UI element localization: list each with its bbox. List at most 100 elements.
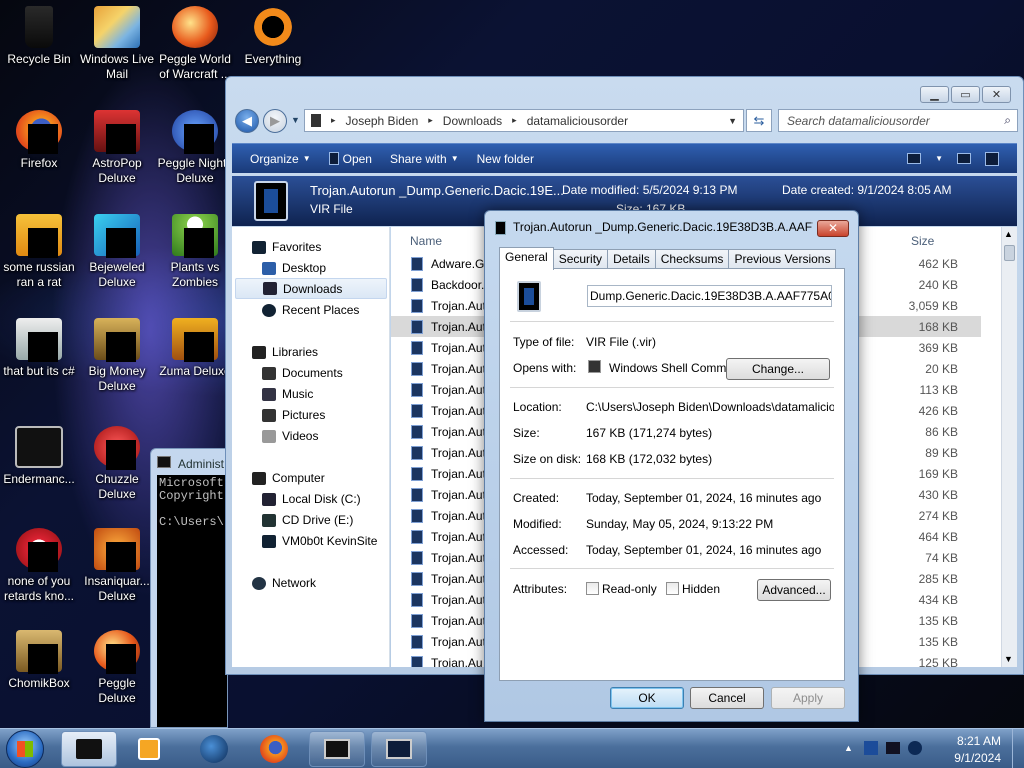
dialog-close-button[interactable]: ✕ — [817, 220, 849, 237]
scroll-down-arrow[interactable]: ▼ — [1004, 654, 1013, 664]
nav-pictures[interactable]: Pictures — [262, 408, 325, 422]
recent-pages-chevron-icon[interactable]: ▼ — [291, 115, 300, 125]
taskbar-properties[interactable] — [371, 731, 427, 767]
desktop-icon-peggle-nights[interactable]: Peggle Nights Deluxe — [156, 110, 234, 186]
desktop-icon-peggle-wow[interactable]: Peggle World of Warcraft ... — [156, 6, 234, 82]
breadcrumb-joseph-biden[interactable]: Joseph Biden — [346, 114, 419, 128]
desktop-icon-chuzzle[interactable]: Chuzzle Deluxe — [78, 426, 156, 502]
vertical-scrollbar[interactable]: ▲ ▼ — [1001, 227, 1017, 667]
read-only-checkbox[interactable] — [586, 582, 599, 595]
desktop-icon-peggle-deluxe[interactable]: Peggle Deluxe — [78, 630, 156, 706]
taskbar-explorer[interactable] — [61, 731, 117, 767]
search-input[interactable]: Search datamaliciousorder ⌕ — [778, 109, 1018, 132]
desktop-icon-astropop[interactable]: AstroPop Deluxe — [78, 110, 156, 186]
desktop-icon-recycle-bin[interactable]: Recycle Bin — [0, 6, 78, 67]
nav-recent-places[interactable]: Recent Places — [262, 303, 359, 317]
forward-button[interactable]: ▶ — [263, 109, 287, 133]
nav-cd-drive[interactable]: CD Drive (E:) — [262, 513, 353, 527]
nav-favorites[interactable]: Favorites — [252, 240, 321, 254]
clock-time[interactable]: 8:21 AM — [957, 734, 1001, 748]
advanced-button[interactable]: Advanced... — [757, 579, 831, 601]
desktop-icon-windows-live-mail[interactable]: Windows Live Mail — [78, 6, 156, 82]
nav-libraries[interactable]: Libraries — [252, 345, 318, 359]
tray-icon-1[interactable] — [864, 741, 878, 755]
desktop-icon-that-but-its-csharp[interactable]: that but its c# — [0, 318, 78, 379]
address-dropdown-icon[interactable]: ▼ — [728, 116, 737, 126]
desktop-icon-insaniquarium[interactable]: Insaniquar... Deluxe — [78, 528, 156, 604]
desktop-icon-big-money[interactable]: Big Money Deluxe — [78, 318, 156, 394]
column-header-size[interactable]: Size — [911, 234, 934, 248]
view-options-icon[interactable] — [907, 153, 922, 164]
nav-documents[interactable]: Documents — [262, 366, 343, 380]
change-button[interactable]: Change... — [726, 358, 830, 380]
file-name-field[interactable]: Dump.Generic.Dacic.19E38D3B.A.AAF775A0_1… — [587, 285, 832, 307]
scroll-up-arrow[interactable]: ▲ — [1004, 229, 1013, 239]
maximize-button[interactable]: ▭ — [951, 86, 980, 103]
tab-checksums[interactable]: Checksums — [654, 249, 730, 270]
chevron-down-icon[interactable]: ▼ — [935, 154, 943, 163]
organize-button[interactable]: Organize ▼ — [250, 152, 311, 166]
location-value[interactable]: C:\Users\Joseph Biden\Downloads\datamali… — [586, 400, 834, 414]
address-bar[interactable]: ▸ Joseph Biden ▸ Downloads ▸ datamalicio… — [304, 109, 744, 132]
taskbar-firefox[interactable] — [246, 731, 302, 767]
network-tray-icon[interactable] — [908, 741, 922, 755]
refresh-button[interactable]: ⇆ — [746, 109, 772, 132]
file-size: 285 KB — [918, 572, 958, 586]
ok-button[interactable]: OK — [610, 687, 684, 709]
tab-security[interactable]: Security — [552, 249, 609, 270]
clock-date[interactable]: 9/1/2024 — [954, 751, 1001, 765]
network-icon — [252, 576, 266, 590]
desktop-icon-firefox[interactable]: Firefox — [0, 110, 78, 171]
nav-desktop[interactable]: Desktop — [262, 261, 326, 275]
properties-dialog[interactable]: Trojan.Autorun _Dump.Generic.Dacic.19E38… — [484, 210, 859, 722]
file-size: 464 KB — [918, 530, 958, 544]
desktop-icon-everything[interactable]: Everything — [234, 6, 312, 67]
vir-file-icon — [411, 425, 423, 439]
breadcrumb-downloads[interactable]: Downloads — [443, 114, 502, 128]
taskbar-cmd[interactable] — [309, 731, 365, 767]
help-icon[interactable] — [985, 151, 999, 166]
minimize-button[interactable]: ▁ — [920, 86, 949, 103]
nav-local-disk[interactable]: Local Disk (C:) — [262, 492, 361, 506]
chevron-down-icon: ▼ — [450, 154, 459, 163]
nav-computer[interactable]: Computer — [252, 471, 325, 485]
tray-icon-2[interactable] — [886, 742, 900, 754]
desktop-icon-chomikbox[interactable]: ChomikBox — [0, 630, 78, 691]
taskbar-media-player[interactable] — [121, 731, 177, 767]
show-hidden-icons-icon[interactable]: ▲ — [844, 743, 853, 753]
nav-network[interactable]: Network — [252, 576, 316, 590]
start-button[interactable] — [6, 730, 44, 768]
desktop-icon-bejeweled[interactable]: Bejeweled Deluxe — [78, 214, 156, 290]
nav-music[interactable]: Music — [262, 387, 313, 401]
close-button[interactable]: ✕ — [982, 86, 1011, 103]
tab-general[interactable]: General — [499, 247, 554, 270]
desktop-icon-endermanc[interactable]: Endermanc... — [0, 426, 78, 487]
desktop-icon-zuma[interactable]: Zuma Deluxe — [156, 318, 234, 379]
back-button[interactable]: ◀ — [235, 109, 259, 133]
nav-downloads[interactable]: Downloads — [235, 278, 387, 299]
tab-details[interactable]: Details — [607, 249, 656, 270]
network-drive-icon — [262, 534, 276, 548]
column-header-name[interactable]: Name — [410, 234, 442, 248]
command-prompt-window[interactable]: Administ Microsoft Copyright C:\Users\ — [150, 448, 228, 728]
desktop-icon-plants-vs-zombies[interactable]: Plants vs Zombies — [156, 214, 234, 290]
taskbar-app-globe[interactable] — [186, 731, 242, 767]
open-button[interactable]: Open — [328, 152, 372, 166]
breadcrumb-datamaliciousorder[interactable]: datamaliciousorder — [527, 114, 628, 128]
desktop-icon-some-russian[interactable]: some russian ran a rat — [0, 214, 78, 290]
tab-previous-versions[interactable]: Previous Versions — [728, 249, 837, 270]
scroll-thumb[interactable] — [1004, 245, 1015, 261]
nav-vm-share[interactable]: VM0b0t KevinSite — [262, 534, 377, 548]
stacked-files-icon — [16, 318, 62, 362]
desktop-icon-none-of-you[interactable]: none of you retards kno... — [0, 528, 78, 604]
share-with-button[interactable]: Share with ▼ — [390, 152, 459, 166]
apply-button[interactable]: Apply — [771, 687, 845, 709]
windows-live-mail-icon — [94, 6, 140, 48]
cancel-button[interactable]: Cancel — [690, 687, 764, 709]
preview-pane-icon[interactable] — [957, 153, 971, 164]
show-desktop-button[interactable] — [1012, 729, 1024, 768]
nav-videos[interactable]: Videos — [262, 429, 318, 443]
new-folder-button[interactable]: New folder — [477, 152, 534, 166]
cmd-output[interactable]: Microsoft Copyright C:\Users\ — [157, 475, 227, 727]
hidden-checkbox[interactable] — [666, 582, 679, 595]
